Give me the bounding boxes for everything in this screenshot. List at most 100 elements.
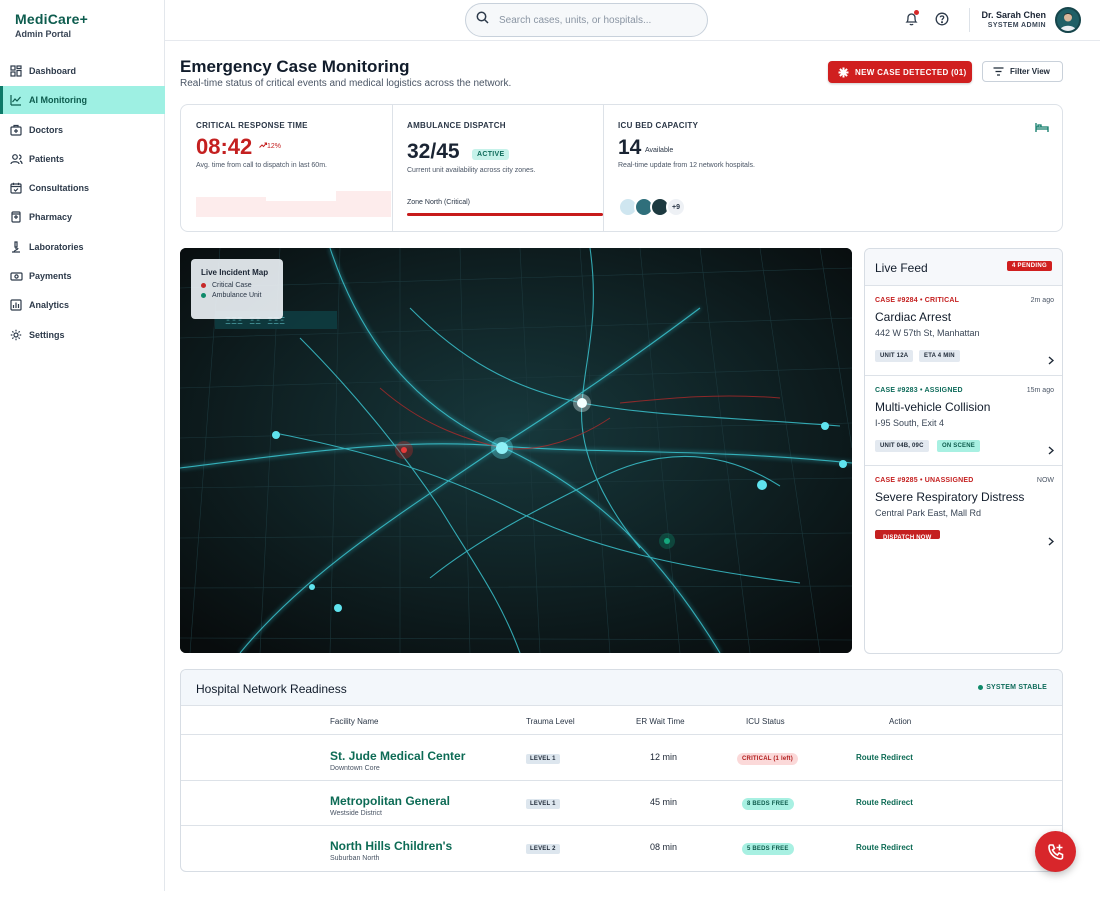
facility-location: Downtown Core — [330, 765, 380, 772]
sidebar-item-dashboard[interactable]: Dashboard — [0, 57, 165, 85]
case-tag: CASE #9283 • ASSIGNED — [875, 387, 963, 394]
medical-bag-icon — [9, 123, 23, 137]
sidebar-item-label: Payments — [29, 271, 72, 282]
trend-up-icon — [259, 142, 267, 150]
live-feed: Live Feed 4 PENDING CASE #9284 • CRITICA… — [864, 248, 1063, 654]
trauma-level-badge: LEVEL 1 — [526, 799, 560, 809]
sidebar-item-label: Laboratories — [29, 241, 84, 252]
sidebar-item-doctors[interactable]: Doctors — [0, 116, 165, 144]
asterisk-icon — [838, 67, 849, 78]
phone-plus-icon — [1047, 843, 1065, 861]
page-subtitle: Real-time status of critical events and … — [180, 78, 512, 89]
facility-name: St. Jude Medical Center — [330, 749, 466, 763]
status-dot-icon — [978, 685, 984, 690]
zone-bar — [407, 213, 603, 216]
gear-icon — [9, 328, 23, 342]
facility-location: Westside District — [330, 810, 382, 817]
stat-label: AMBULANCE DISPATCH — [407, 121, 506, 130]
bell-icon[interactable] — [903, 10, 919, 27]
facility-name: North Hills Children's — [330, 839, 453, 853]
er-wait-time: 08 min — [649, 842, 677, 852]
hospital-avatars: +9 — [618, 197, 686, 217]
help-icon[interactable] — [934, 11, 950, 27]
eta-chip: ETA 4 MIN — [919, 350, 960, 362]
response-time-value: 08:42 — [196, 134, 253, 159]
sidebar-item-label: Doctors — [29, 124, 64, 135]
column-header: Trauma Level — [526, 717, 575, 726]
avatar[interactable] — [1055, 7, 1081, 33]
legend-title: Live Incident Map — [201, 268, 269, 277]
money-icon — [9, 269, 23, 283]
icu-status-badge: CRITICAL (1 left) — [737, 753, 798, 765]
network-header: Hospital Network Readiness SYSTEM STABLE — [181, 670, 1062, 706]
emergency-call-button[interactable] — [1035, 831, 1076, 872]
case-time: 15m ago — [1026, 387, 1054, 394]
stat-icu-capacity: ICU BED CAPACITY 14 Available Real-time … — [603, 105, 1062, 231]
sidebar-item-ai-monitoring[interactable]: AI Monitoring — [0, 86, 165, 115]
table-header: Facility Name Trauma Level ER Wait Time … — [181, 706, 1062, 735]
dispatch-now-button[interactable]: DISPATCH NOW — [875, 530, 940, 539]
more-hospitals-count: +9 — [666, 197, 686, 217]
chevron-right-icon[interactable] — [1048, 442, 1055, 460]
chevron-right-icon[interactable] — [1048, 533, 1055, 551]
trauma-level-badge: LEVEL 2 — [526, 844, 560, 854]
chart-line-icon — [9, 93, 23, 107]
case-address: Central Park East, Mall Rd — [875, 508, 982, 518]
chevron-right-icon[interactable] — [1048, 352, 1055, 370]
feed-title: Live Feed — [875, 261, 928, 275]
status-badge: ACTIVE — [472, 149, 510, 160]
filter-view-button[interactable]: Filter View — [982, 61, 1063, 82]
sidebar-item-patients[interactable]: Patients — [0, 145, 165, 173]
ambulance-count: 32/45 — [407, 140, 460, 163]
stats-panel: CRITICAL RESPONSE TIME 08:42 12% Avg. ti… — [180, 104, 1063, 232]
brand: MediCare+ Admin Portal — [15, 11, 88, 39]
users-icon — [9, 152, 23, 166]
ambulance-dot-icon — [201, 293, 206, 298]
feed-header: Live Feed 4 PENDING — [865, 249, 1062, 286]
table-row: Metropolitan General Westside District L… — [181, 781, 1062, 826]
stat-ambulance-dispatch: AMBULANCE DISPATCH 32/45 ACTIVE Current … — [392, 105, 603, 231]
stat-critical-response: CRITICAL RESPONSE TIME 08:42 12% Avg. ti… — [181, 105, 392, 231]
network-title: Hospital Network Readiness — [196, 682, 347, 696]
new-case-button[interactable]: NEW CASE DETECTED (01) — [828, 61, 972, 83]
case-title: Multi-vehicle Collision — [875, 400, 991, 414]
search-box[interactable] — [465, 3, 708, 37]
route-redirect-link[interactable]: Route Redirect — [856, 843, 913, 852]
user-name: Dr. Sarah Chen — [981, 10, 1046, 20]
sidebar-item-consultations[interactable]: Consultations — [0, 174, 165, 202]
feed-case-9284[interactable]: CASE #9284 • CRITICAL 2m ago Cardiac Arr… — [865, 286, 1062, 376]
sidebar-item-label: Pharmacy — [29, 212, 73, 223]
sidebar-item-label: AI Monitoring — [29, 95, 87, 106]
column-header: Action — [889, 717, 912, 726]
bed-icon — [1035, 120, 1049, 138]
feed-case-9285[interactable]: CASE #9285 • UNASSIGNED NOW Severe Respi… — [865, 466, 1062, 556]
er-wait-time: 45 min — [649, 797, 677, 807]
filter-label: Filter View — [1010, 67, 1050, 76]
legend-label: Ambulance Unit — [212, 292, 262, 299]
microscope-icon — [9, 240, 23, 254]
search-input[interactable] — [499, 14, 699, 26]
filter-icon — [993, 67, 1004, 76]
sidebar-item-label: Settings — [29, 329, 65, 340]
sidebar-item-laboratories[interactable]: Laboratories — [0, 233, 165, 261]
critical-dot-icon — [201, 283, 206, 288]
sidebar-item-pharmacy[interactable]: Pharmacy — [0, 203, 165, 231]
sidebar-item-analytics[interactable]: Analytics — [0, 291, 165, 319]
route-redirect-link[interactable]: Route Redirect — [856, 798, 913, 807]
feed-case-9283[interactable]: CASE #9283 • ASSIGNED 15m ago Multi-vehi… — [865, 376, 1062, 466]
brand-subtitle: Admin Portal — [15, 29, 72, 39]
case-title: Severe Respiratory Distress — [875, 490, 1025, 504]
hospital-network-readiness: Hospital Network Readiness SYSTEM STABLE… — [180, 669, 1063, 872]
trend-value: 12% — [267, 143, 282, 150]
incident-map[interactable]: ΞΞΞ ΞΞ ΞΞΞ Live Incident Map Critical Ca… — [180, 248, 852, 653]
facility-location: Suburban North — [330, 855, 380, 862]
sidebar-nav: Dashboard AI Monitoring Doctors Patients… — [0, 57, 165, 350]
unit-chip: UNIT 04B, 09C — [875, 440, 929, 452]
trauma-level-badge: LEVEL 1 — [526, 754, 560, 764]
sidebar-item-payments[interactable]: Payments — [0, 262, 165, 290]
case-title: Cardiac Arrest — [875, 310, 952, 324]
case-tag: CASE #9285 • UNASSIGNED — [875, 477, 974, 484]
case-time: 2m ago — [1030, 297, 1054, 304]
sidebar-item-settings[interactable]: Settings — [0, 321, 165, 349]
route-redirect-link[interactable]: Route Redirect — [856, 753, 913, 762]
